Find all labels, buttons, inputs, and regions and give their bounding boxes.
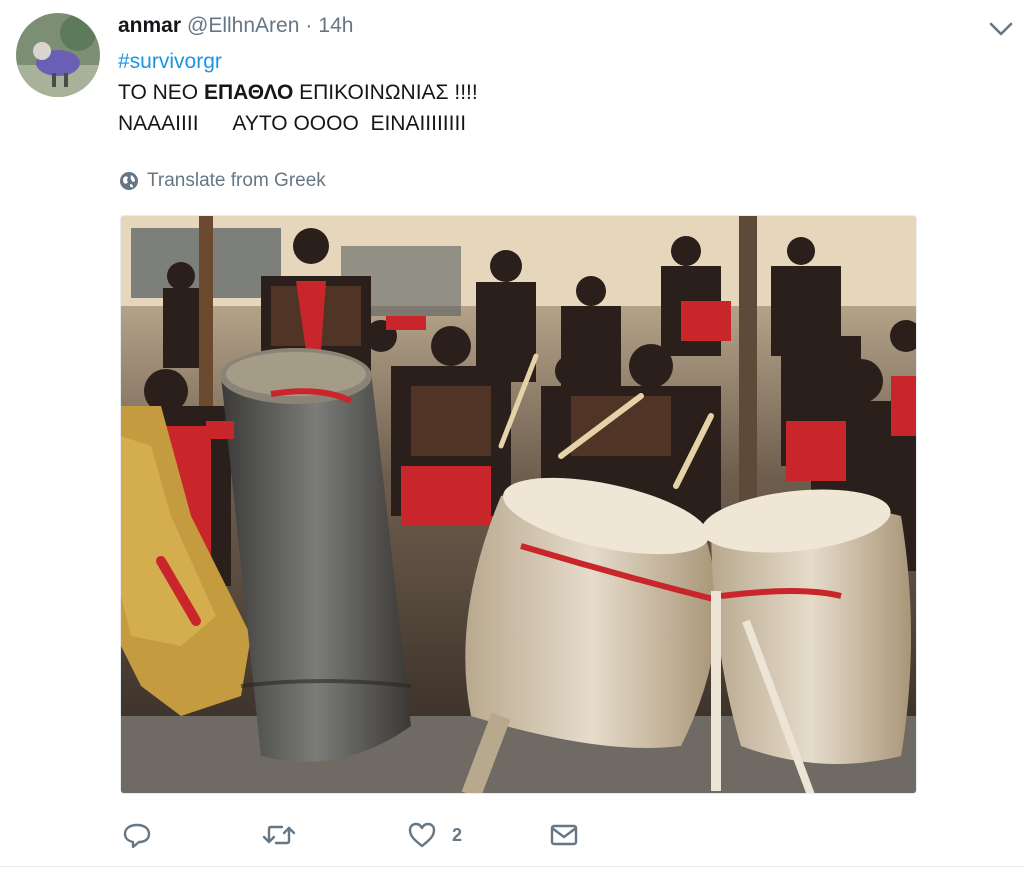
separator-dot: · [305, 14, 313, 37]
avatar[interactable] [16, 13, 100, 97]
retweet-icon [262, 825, 296, 845]
tweet-line-2: ΝΑΑΑΙΙΙΙ ΑΥΤΟ ΟΟΟΟ ΕΙΝΑΙΙΙΙΙΙΙΙ [118, 112, 467, 135]
heart-icon [408, 822, 436, 848]
tweet-text: #survivorgr ΤΟ ΝΕΟ ΕΠΑΘΛΟ ΕΠΙΚΟΙΝΩΝΙΑΣ !… [118, 46, 478, 139]
line1-prefix: ΤΟ ΝΕΟ [118, 81, 204, 104]
hashtag-link[interactable]: #survivorgr [118, 50, 222, 73]
line1-bold-word: ΕΠΑΘΛΟ [203, 81, 294, 104]
translate-link[interactable]: Translate from Greek [119, 168, 326, 194]
globe-icon [120, 172, 138, 190]
like-count: 2 [452, 824, 463, 845]
tweet-photo[interactable] [120, 215, 917, 794]
retweet-button[interactable] [260, 815, 298, 855]
direct-message-button[interactable] [548, 815, 580, 855]
tweet-card: anmar @EllhnAren · 14h #survivorgr ΤΟ ΝΕΟ Ε… [0, 0, 1024, 870]
tweet-timestamp[interactable]: 14h [318, 14, 353, 37]
line1-suffix: ΕΠΙΚΟΙΝΩΝΙΑΣ !!!! [293, 81, 478, 104]
tweet-header: anmar @EllhnAren · 14h [118, 12, 353, 40]
reply-button[interactable] [120, 815, 154, 855]
tweet-divider [0, 866, 1024, 867]
tweet-line-1: ΤΟ ΝΕΟ ΕΠΑΘΛΟ ΕΠΙΚΟΙΝΩΝΙΑΣ !!!! [118, 77, 478, 108]
author-handle[interactable]: @EllhnAren [187, 14, 299, 37]
chevron-down-icon [989, 22, 1013, 36]
reply-icon [123, 823, 151, 849]
translate-label: Translate from Greek [147, 170, 326, 191]
tweet-actions: 2 [120, 815, 720, 855]
like-button[interactable]: 2 [406, 815, 462, 855]
envelope-icon [550, 824, 578, 846]
author-name[interactable]: anmar [118, 14, 181, 37]
more-options-button[interactable] [986, 16, 1016, 42]
